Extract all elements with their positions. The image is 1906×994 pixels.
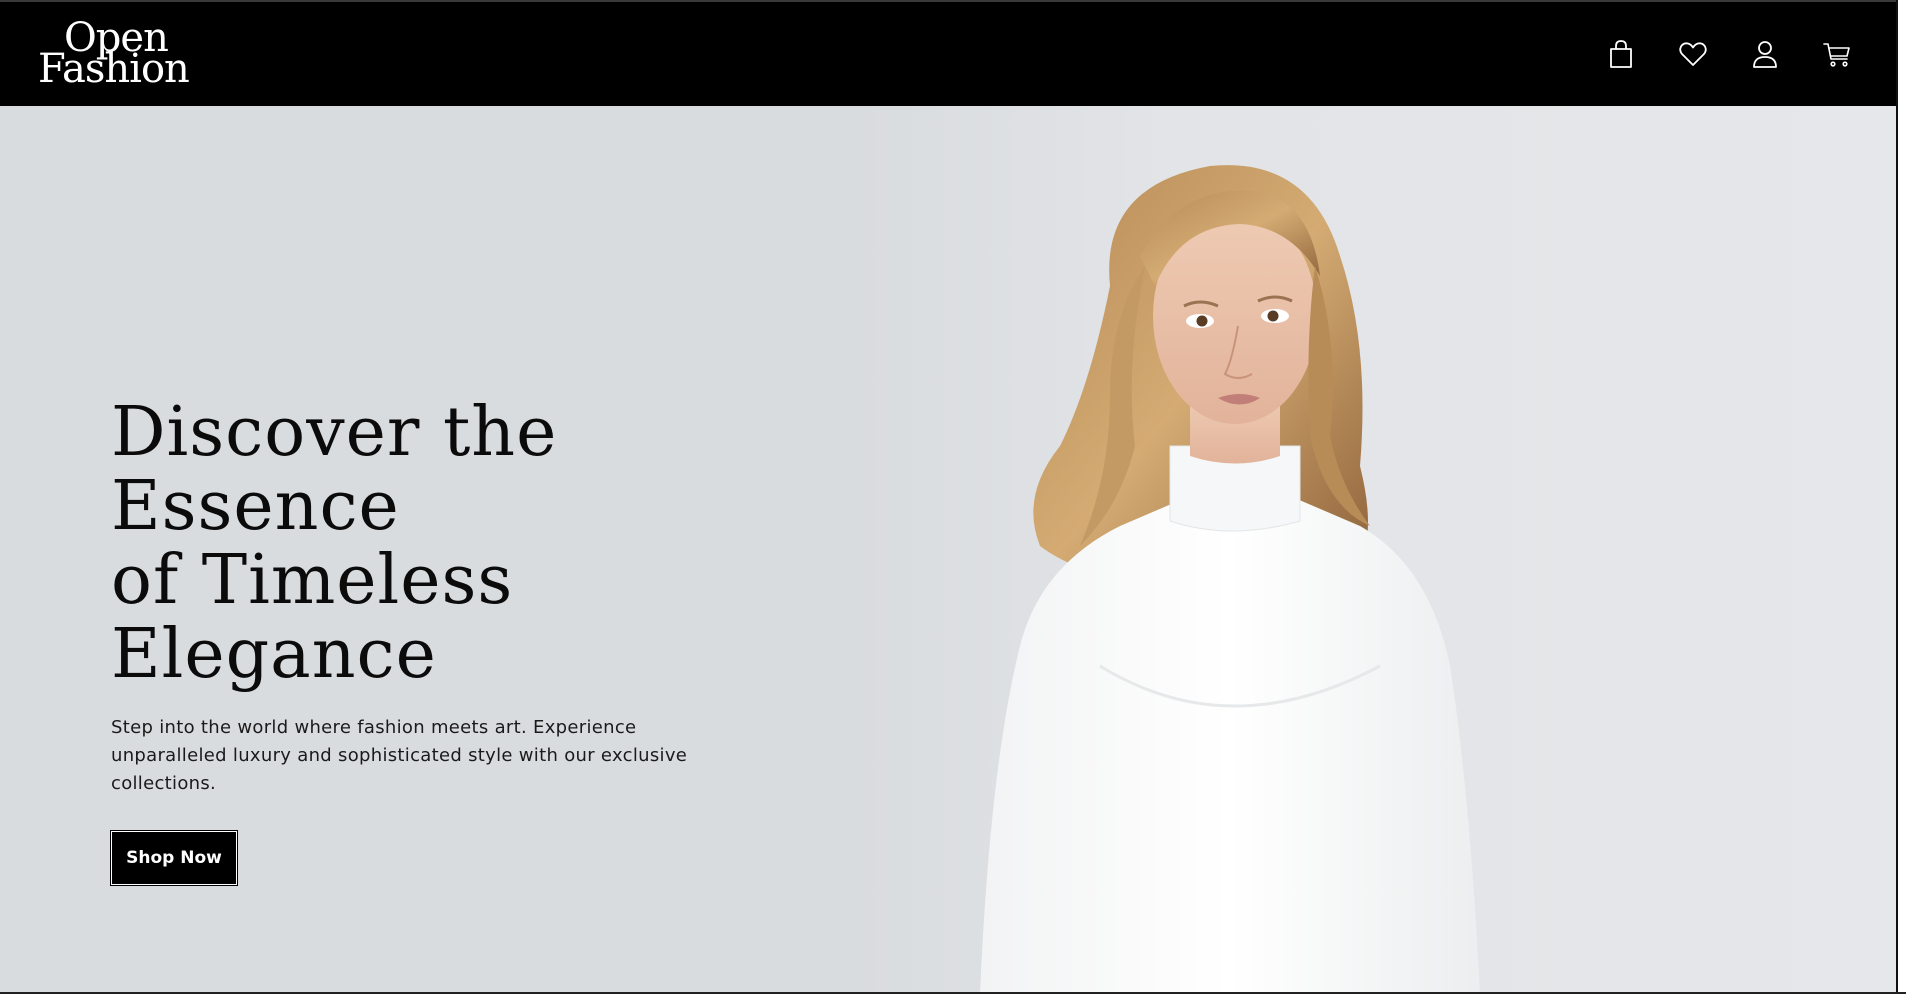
- shopping-bag-icon[interactable]: [1604, 37, 1638, 71]
- hero-title-line-2: of Timeless Elegance: [111, 541, 514, 694]
- page: Open Fashion Discover the Essence of Tim…: [0, 0, 1906, 994]
- hero-subtitle: Step into the world where fashion meets …: [111, 717, 688, 794]
- logo-line-fashion: Fashion: [38, 46, 190, 92]
- shop-now-button[interactable]: Shop Now: [110, 830, 238, 886]
- hero-model-image: [980, 165, 1480, 994]
- hero-title: Discover the Essence of Timeless Eleganc…: [111, 396, 831, 692]
- site-header: Open Fashion: [0, 0, 1906, 106]
- logo[interactable]: Open Fashion: [38, 18, 190, 92]
- hero-section: Discover the Essence of Timeless Eleganc…: [0, 106, 1906, 994]
- window-margin: [1898, 0, 1906, 994]
- header-nav-icons: [1604, 37, 1854, 71]
- heart-icon[interactable]: [1676, 37, 1710, 71]
- hero-title-line-1: Discover the Essence: [111, 393, 558, 546]
- hero-text-block: Discover the Essence of Timeless Eleganc…: [110, 396, 831, 886]
- cart-icon[interactable]: [1820, 37, 1854, 71]
- user-icon[interactable]: [1748, 37, 1782, 71]
